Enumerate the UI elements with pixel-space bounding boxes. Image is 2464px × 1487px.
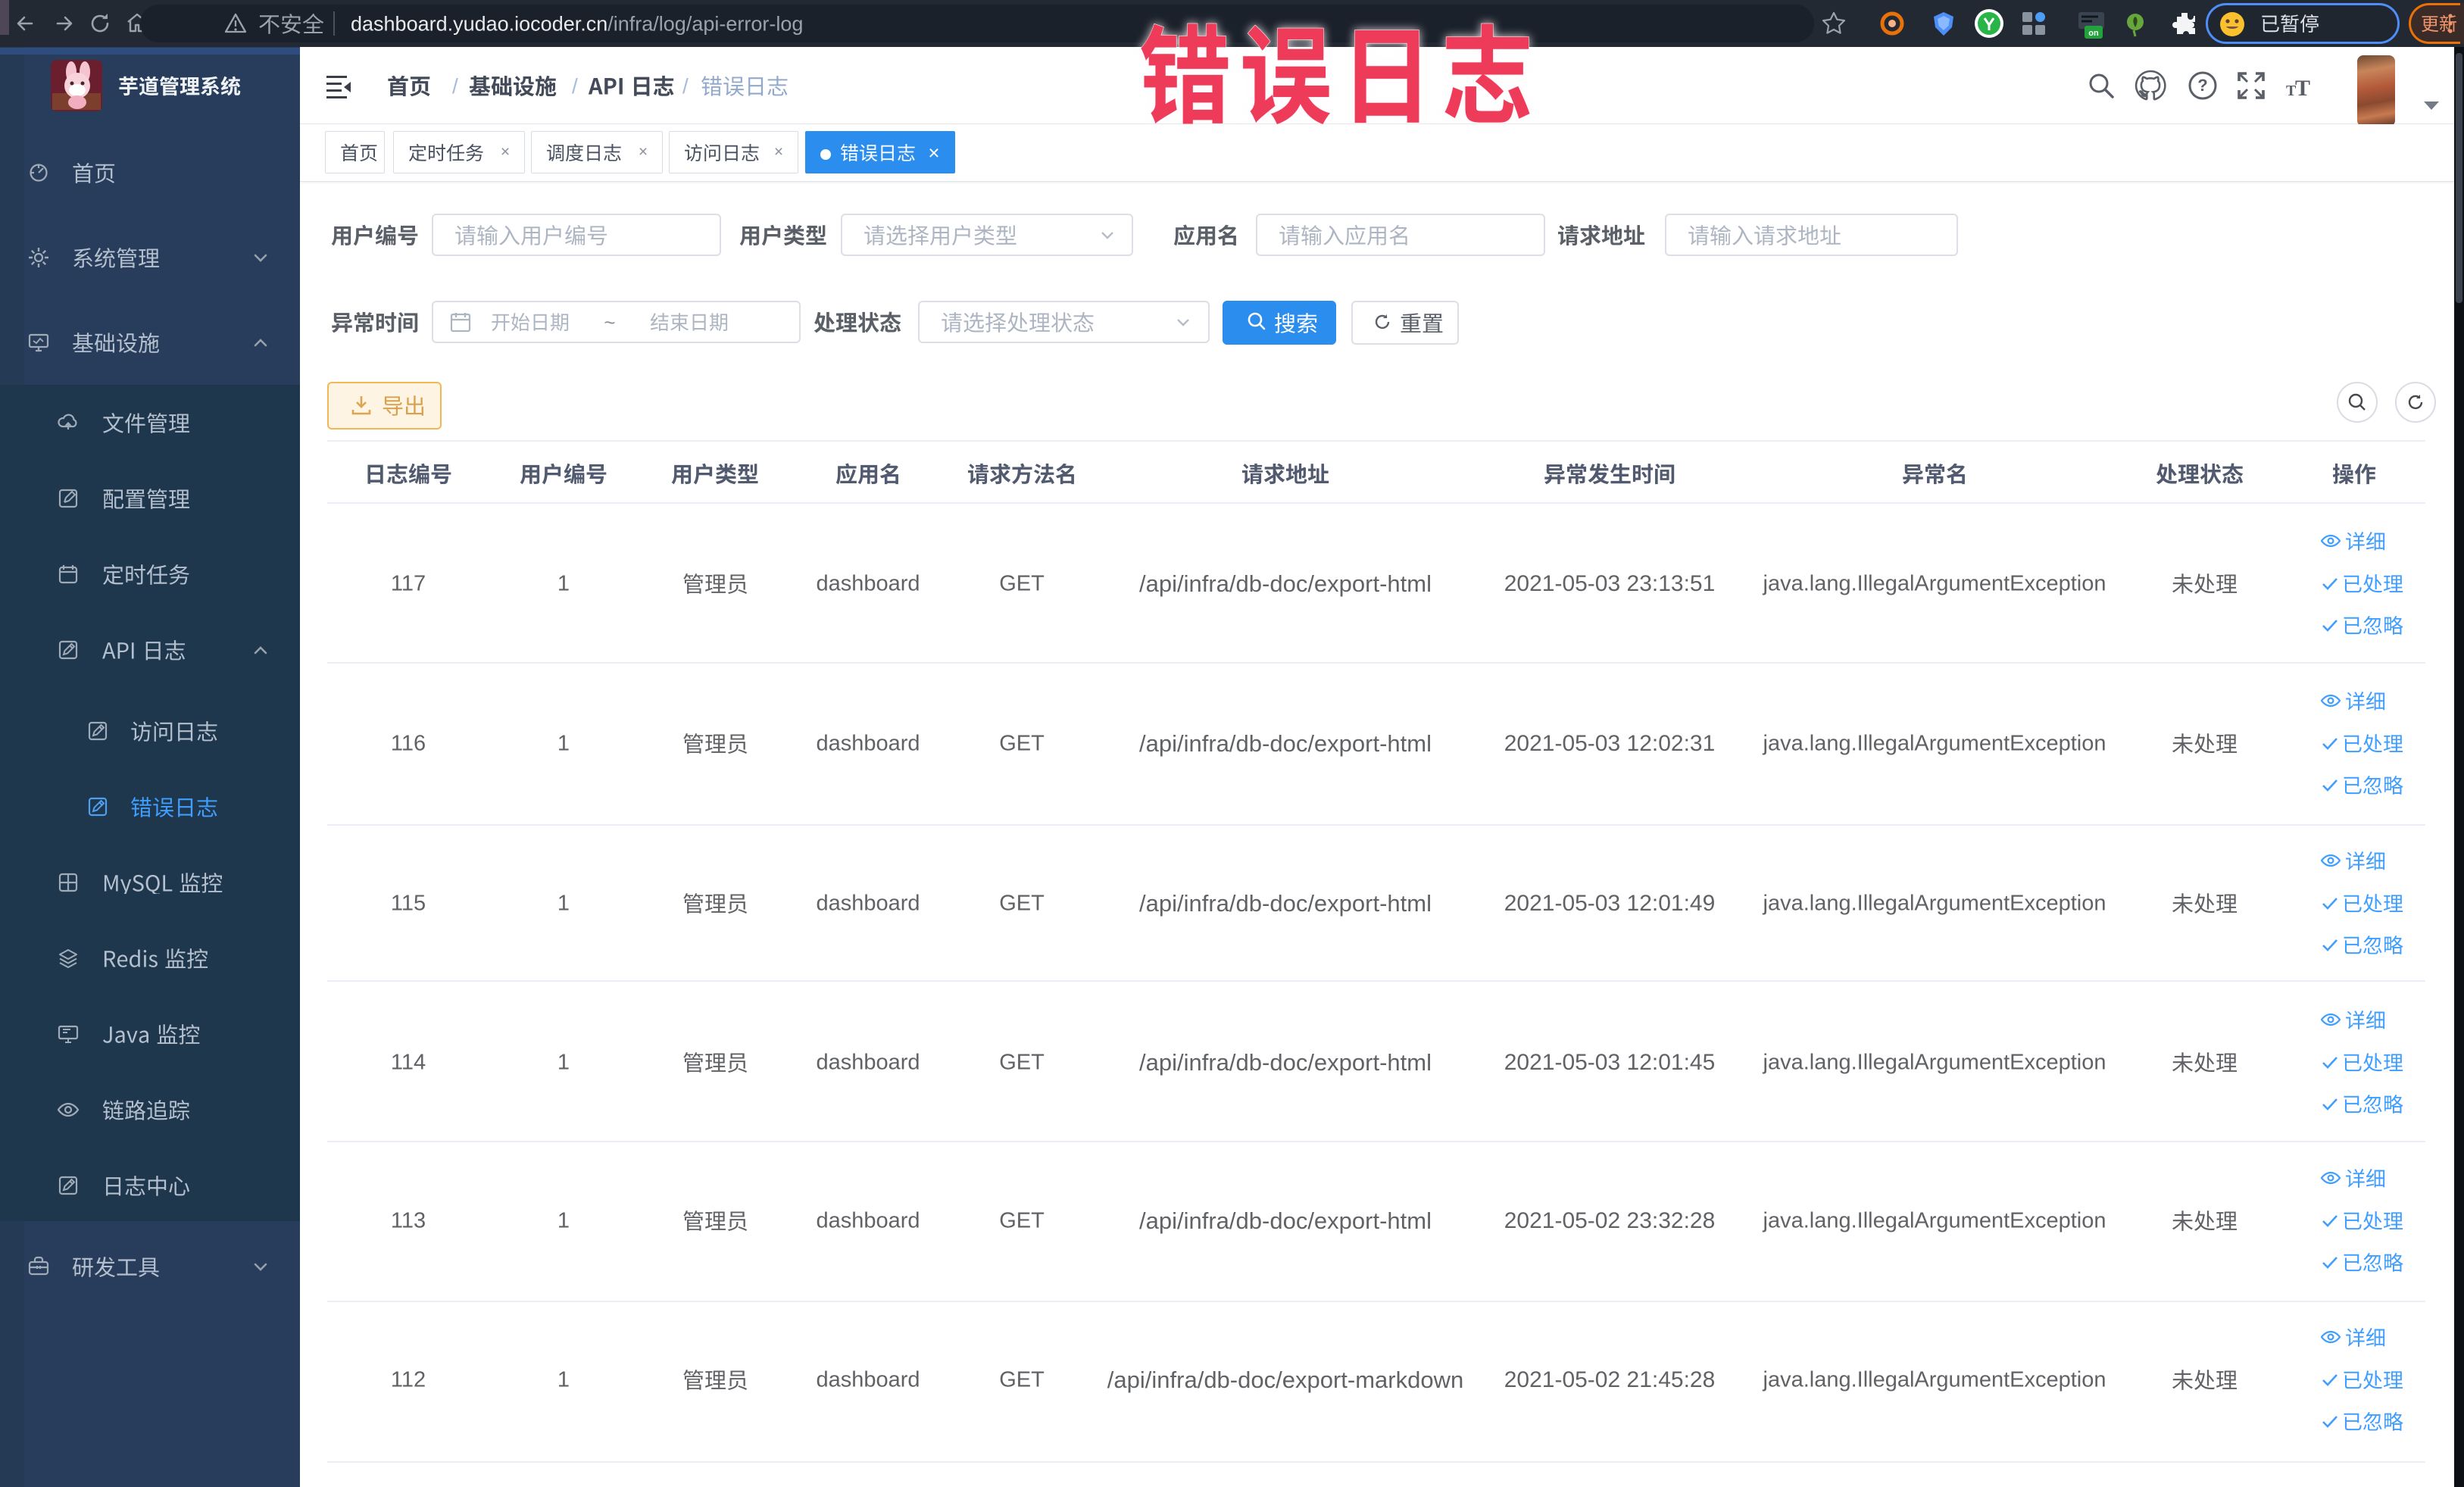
svg-text:?: ?: [2197, 76, 2207, 95]
svg-text:T: T: [2286, 83, 2297, 99]
svg-text:on: on: [2088, 29, 2099, 38]
svg-text:T: T: [2295, 76, 2310, 100]
